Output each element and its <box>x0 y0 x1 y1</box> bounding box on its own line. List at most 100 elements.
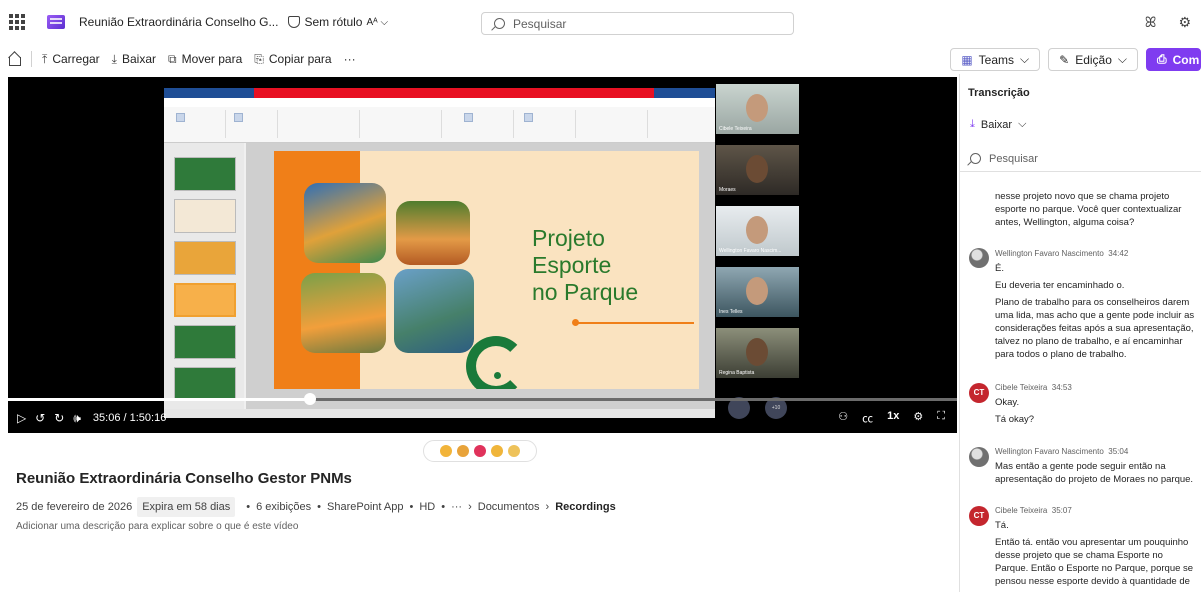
seek-handle[interactable] <box>303 393 316 405</box>
settings-gear-icon[interactable]: ⚙ <box>1178 14 1191 31</box>
ppt-ribbon <box>164 107 715 143</box>
shield-icon <box>288 16 301 28</box>
sensitivity-text: Sem rótulo <box>304 15 363 29</box>
copy-button[interactable]: ⎘ Copiar para <box>254 52 331 67</box>
font-size-icon: Aᴬ ⌵ <box>366 16 389 28</box>
transcript-text: Okay. <box>995 397 1020 408</box>
slide-logo <box>466 336 526 389</box>
transcript-text: Eu deveria ter encaminhado o. <box>995 280 1125 291</box>
heart-icon[interactable] <box>474 445 486 457</box>
laugh-icon[interactable] <box>457 445 469 457</box>
people-icon[interactable]: ⚇ <box>838 410 848 426</box>
avatar: CT <box>969 506 989 526</box>
reactions-bar <box>423 440 537 462</box>
time-display: 35:06 / 1:50:16 <box>92 412 167 424</box>
search-input[interactable]: Pesquisar <box>481 12 794 35</box>
speaker-name: Cibele Teixeira 34:53 <box>995 383 1072 392</box>
upload-icon: ⤒ <box>42 51 48 66</box>
expiration-chip[interactable]: Expira em 58 dias <box>137 497 236 517</box>
ppt-slide-thumbnails <box>164 143 244 418</box>
right-commands: ▦Teams⌵ ✎Edição⌵ ⎙Comp <box>950 48 1201 71</box>
download-button[interactable]: ⤓ Baixar <box>112 52 156 67</box>
video-player[interactable]: Projeto Esporte no Parque Cibele Teixeir… <box>8 77 957 433</box>
stream-app-icon <box>47 15 65 29</box>
avatar <box>969 248 989 268</box>
participant-tile: Regina Baptista <box>716 328 799 378</box>
thumbs-up-icon[interactable] <box>440 445 452 457</box>
chevron-down-icon: ⌵ <box>1020 52 1030 66</box>
chevron-right-icon: › <box>468 501 472 513</box>
captions-icon[interactable]: ㏄ <box>862 410 873 426</box>
copy-icon: ⎘ <box>254 51 264 66</box>
transcript-text: Tá okay? <box>995 414 1035 425</box>
surprised-icon[interactable] <box>491 445 503 457</box>
download-icon: ⤓ <box>111 51 117 66</box>
transcript-text: É. <box>995 263 1004 274</box>
transcript-download-button[interactable]: ⤓ Baixar ⌵ <box>970 118 1026 131</box>
speaker-name: Wellington Favaro Nascimento 35:04 <box>995 447 1129 456</box>
transcript-text: nesse projeto novo que se chama projeto … <box>995 191 1182 228</box>
speaker-name: Cibele Teixeira 35:07 <box>995 506 1072 515</box>
app-launcher-icon[interactable] <box>9 14 25 30</box>
edit-button[interactable]: ✎ Edição ⌵ <box>1048 48 1138 71</box>
transcript-search-input[interactable]: Pesquisar <box>960 146 1201 172</box>
description-placeholder[interactable]: Adicionar uma descrição para explicar so… <box>16 521 298 532</box>
command-bar: ⤒ Carregar ⤓ Baixar ⧉ Mover para ⎘ Copiar pa… <box>0 44 1201 74</box>
fullscreen-icon[interactable]: ⛶ <box>937 410 945 426</box>
document-title[interactable]: Reunião Extraordinária Conselho G... <box>79 15 278 29</box>
speaker-name: Wellington Favaro Nascimento 34:42 <box>995 249 1129 258</box>
chevron-down-icon: ⌵ <box>1117 52 1127 66</box>
participant-tile: Moraes <box>716 145 799 195</box>
share-icon: ⎙ <box>1157 52 1167 66</box>
volume-icon[interactable]: 🕪 <box>73 411 81 426</box>
participant-tile: Cibele Teixeira <box>716 84 799 134</box>
rewind-10-icon[interactable]: ↺ <box>35 411 45 425</box>
player-controls-right: ⚇ ㏄ 1x ⚙ ⛶ <box>838 410 945 426</box>
speed-button[interactable]: 1x <box>887 410 899 426</box>
more-button[interactable]: ··· <box>344 52 356 66</box>
slide-photo <box>304 183 386 263</box>
video-metadata: 25 de fevereiro de 2026 Expira em 58 dia… <box>16 497 616 517</box>
transcript-panel: Transcrição ⤓ Baixar ⌵ Pesquisar nesse p… <box>959 74 1201 592</box>
breadcrumb-ellipsis[interactable]: ··· <box>451 501 462 513</box>
play-icon[interactable]: ▷ <box>17 411 26 425</box>
avatar <box>969 447 989 467</box>
breadcrumb-documents[interactable]: Documentos <box>478 501 540 513</box>
breadcrumb-recordings[interactable]: Recordings <box>555 501 616 513</box>
clap-icon[interactable] <box>508 445 520 457</box>
video-date: 25 de fevereiro de 2026 <box>16 501 133 513</box>
sensitivity-label[interactable]: Sem rótulo Aᴬ ⌵ <box>288 15 388 29</box>
participant-tile: Ines Telles <box>716 267 799 317</box>
slide-photo <box>396 201 470 265</box>
upload-button[interactable]: ⤒ Carregar <box>42 52 100 67</box>
share-button[interactable]: ⎙Comp <box>1146 48 1201 71</box>
player-controls: ▷ ↺ ↻ 🕪 35:06 / 1:50:16 ⚇ ㏄ 1x ⚙ ⛶ <box>8 407 957 429</box>
transcript-text: Mas então a gente pode seguir então na a… <box>995 461 1194 485</box>
slide-photo <box>301 273 386 353</box>
transcript-text: Plano de trabalho para os conselheiros d… <box>995 297 1195 360</box>
transcript-text: Tá. <box>995 520 1009 531</box>
ppt-ribbon-tabs <box>164 98 715 107</box>
avatar: CT <box>969 383 989 403</box>
slide-title: Projeto Esporte no Parque <box>532 225 639 305</box>
people-icon[interactable]: ꕤ <box>1145 14 1157 31</box>
move-button[interactable]: ⧉ Mover para <box>168 52 242 67</box>
search-icon <box>970 153 981 164</box>
home-icon[interactable] <box>8 53 21 66</box>
teams-icon: ▦ <box>961 52 973 67</box>
top-bar: Reunião Extraordinária Conselho G... Sem… <box>0 0 1201 44</box>
ppt-title-bar <box>164 88 715 98</box>
participant-tile: Wellington Favaro Nascim... <box>716 206 799 256</box>
chevron-right-icon: › <box>545 501 550 513</box>
teams-button[interactable]: ▦ Teams ⌵ <box>950 48 1041 71</box>
forward-10-icon[interactable]: ↻ <box>54 411 64 425</box>
source-app: SharePoint App <box>327 501 404 513</box>
seek-bar[interactable] <box>8 398 957 401</box>
settings-gear-icon[interactable]: ⚙ <box>913 410 923 426</box>
search-icon <box>494 18 505 29</box>
video-title: Reunião Extraordinária Conselho Gestor P… <box>16 470 352 487</box>
transcript-text: Então tá. então vou apresentar um pouqui… <box>995 537 1194 592</box>
seek-bar-fill <box>8 398 310 401</box>
slide-photo <box>394 269 474 353</box>
pencil-icon: ✎ <box>1059 52 1070 67</box>
